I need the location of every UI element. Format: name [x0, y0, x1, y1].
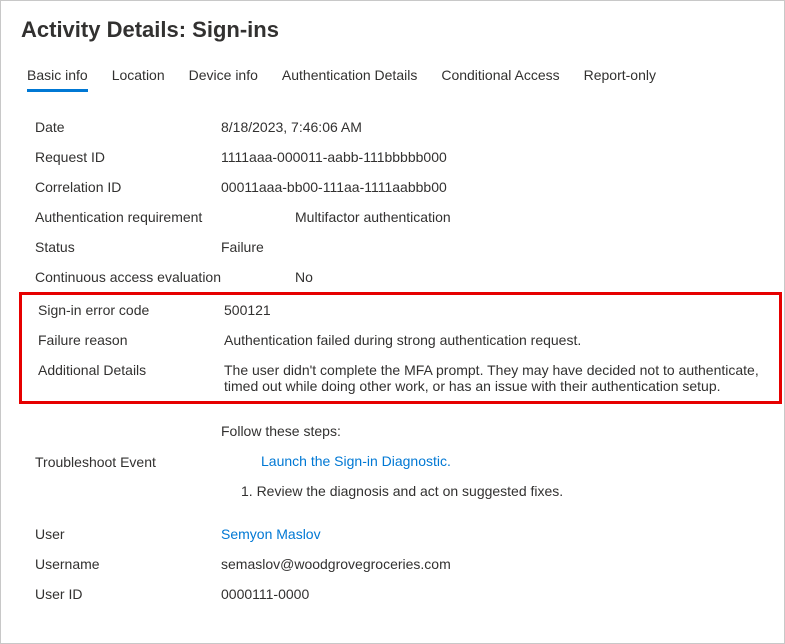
row-correlation-id: Correlation ID 00011aaa-bb00-111aa-1111a…	[1, 172, 784, 202]
tab-bar: Basic info Location Device info Authenti…	[1, 67, 784, 92]
label-failure-reason: Failure reason	[38, 332, 224, 348]
label-auth-requirement: Authentication requirement	[35, 209, 295, 225]
row-user: User Semyon Maslov	[1, 519, 784, 549]
row-troubleshoot: Troubleshoot Event Follow these steps: L…	[1, 404, 784, 519]
value-status: Failure	[221, 239, 784, 255]
value-failure-reason: Authentication failed during strong auth…	[224, 332, 779, 348]
value-user-id: 0000111-0000	[221, 586, 784, 602]
activity-details-panel: Activity Details: Sign-ins Basic info Lo…	[0, 0, 785, 644]
tab-basic-info[interactable]: Basic info	[27, 67, 88, 92]
row-failure-reason: Failure reason Authentication failed dur…	[22, 325, 779, 355]
label-username: Username	[35, 556, 221, 572]
label-request-id: Request ID	[35, 149, 221, 165]
tab-report-only[interactable]: Report-only	[584, 67, 656, 92]
row-request-id: Request ID 1111aaa-000011-aabb-111bbbbb0…	[1, 142, 784, 172]
row-error-code: Sign-in error code 500121	[22, 295, 779, 325]
value-additional-details: The user didn't complete the MFA prompt.…	[224, 362, 779, 394]
label-additional-details: Additional Details	[38, 362, 224, 378]
tab-location[interactable]: Location	[112, 67, 165, 92]
label-date: Date	[35, 119, 221, 135]
label-user-id: User ID	[35, 586, 221, 602]
details-list: Date 8/18/2023, 7:46:06 AM Request ID 11…	[1, 112, 784, 609]
value-correlation-id: 00011aaa-bb00-111aa-1111aabbb00	[221, 179, 784, 195]
label-correlation-id: Correlation ID	[35, 179, 221, 195]
tab-conditional-access[interactable]: Conditional Access	[441, 67, 559, 92]
user-link[interactable]: Semyon Maslov	[221, 526, 321, 542]
value-username: semaslov@woodgrovegroceries.com	[221, 556, 784, 572]
value-error-code: 500121	[224, 302, 779, 318]
row-status: Status Failure	[1, 232, 784, 262]
label-user: User	[35, 526, 221, 542]
troubleshoot-step-1: 1. Review the diagnosis and act on sugge…	[221, 480, 776, 504]
row-date: Date 8/18/2023, 7:46:06 AM	[1, 112, 784, 142]
highlight-error-section: Sign-in error code 500121 Failure reason…	[19, 292, 782, 404]
row-auth-requirement: Authentication requirement Multifactor a…	[1, 202, 784, 232]
label-error-code: Sign-in error code	[38, 302, 224, 318]
label-troubleshoot: Troubleshoot Event	[35, 454, 221, 470]
tab-device-info[interactable]: Device info	[189, 67, 258, 92]
row-additional-details: Additional Details The user didn't compl…	[22, 355, 779, 401]
value-troubleshoot: Follow these steps: Launch the Sign-in D…	[221, 420, 784, 503]
value-auth-requirement: Multifactor authentication	[295, 209, 784, 225]
value-request-id: 1111aaa-000011-aabb-111bbbbb000	[221, 149, 784, 165]
launch-diagnostic-link[interactable]: Launch the Sign-in Diagnostic.	[261, 453, 451, 469]
value-cae: No	[295, 269, 784, 285]
row-user-id: User ID 0000111-0000	[1, 579, 784, 609]
label-cae: Continuous access evaluation	[35, 269, 295, 285]
tab-authentication-details[interactable]: Authentication Details	[282, 67, 417, 92]
page-title: Activity Details: Sign-ins	[1, 17, 784, 67]
row-username: Username semaslov@woodgrovegroceries.com	[1, 549, 784, 579]
label-status: Status	[35, 239, 221, 255]
troubleshoot-follow-text: Follow these steps:	[221, 420, 776, 444]
value-date: 8/18/2023, 7:46:06 AM	[221, 119, 784, 135]
row-cae: Continuous access evaluation No	[1, 262, 784, 292]
